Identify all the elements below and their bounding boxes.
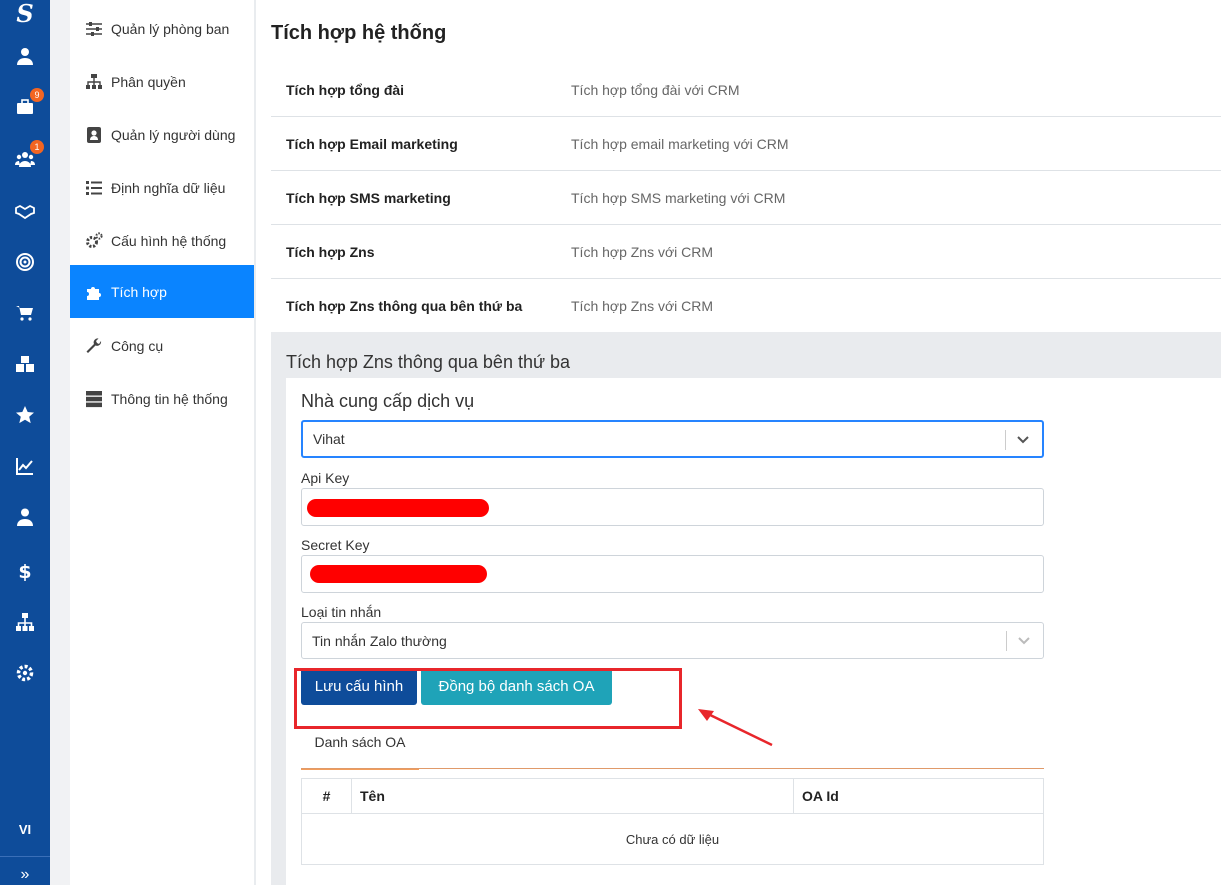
page-title: Tích hợp hệ thống xyxy=(271,22,447,44)
chevron-down-icon[interactable] xyxy=(1016,632,1032,648)
chart-line-icon[interactable] xyxy=(0,451,50,481)
zns-third-party-panel: Tích hợp Zns thông qua bên thứ ba Nhà cu… xyxy=(271,332,1221,885)
api-key-input[interactable] xyxy=(301,488,1044,526)
menu-item-system-config[interactable]: Cấu hình hệ thống xyxy=(70,214,254,267)
column-name: Tên xyxy=(352,779,794,813)
cubes-icon[interactable] xyxy=(0,349,50,379)
panel-title: Tích hợp Zns thông qua bên thứ ba xyxy=(286,352,571,372)
api-key-label: Api Key xyxy=(301,470,350,486)
select-divider xyxy=(1005,430,1006,450)
dollar-icon[interactable]: $ xyxy=(0,556,50,586)
gears-icon xyxy=(86,231,103,248)
menu-item-label: Thông tin hệ thống xyxy=(111,390,228,407)
expand-icon[interactable]: » xyxy=(0,866,50,884)
cart-icon[interactable] xyxy=(0,298,50,328)
menu-item-integration[interactable]: Tích hợp xyxy=(70,265,254,318)
message-type-value: Tin nhắn Zalo thường xyxy=(312,632,447,649)
redaction-mark xyxy=(310,565,487,583)
integration-desc: Tích hợp tổng đài với CRM xyxy=(571,81,740,98)
language-switch[interactable]: VI xyxy=(0,822,50,837)
integration-row[interactable]: Tích hợp Zns Tích hợp Zns với CRM xyxy=(271,225,1221,279)
integration-name: Tích hợp Zns xyxy=(286,243,375,260)
menu-item-system-info[interactable]: Thông tin hệ thống xyxy=(70,372,254,425)
oa-table: # Tên OA Id Chưa có dữ liệu xyxy=(301,778,1044,865)
menu-item-data-definition[interactable]: Định nghĩa dữ liệu xyxy=(70,161,254,214)
integration-name: Tích hợp Zns thông qua bên thứ ba xyxy=(286,298,523,314)
puzzle-icon xyxy=(87,286,101,300)
menu-item-label: Công cụ xyxy=(111,337,164,354)
select-divider xyxy=(1006,631,1007,651)
integration-desc: Tích hợp Zns với CRM xyxy=(571,243,714,260)
server-icon xyxy=(86,390,102,407)
menu-item-users[interactable]: Quản lý người dùng xyxy=(70,108,254,161)
rail-gap xyxy=(50,0,70,885)
svg-text:$: $ xyxy=(18,561,31,581)
empty-state: Chưa có dữ liệu xyxy=(625,831,720,847)
tab-underline xyxy=(301,768,1044,769)
app-logo[interactable]: S xyxy=(0,0,50,28)
main-content: Tích hợp hệ thống Tích hợp tổng đài Tích… xyxy=(256,0,1221,885)
sitemap-icon xyxy=(86,73,102,89)
provider-select[interactable]: Vihat xyxy=(301,420,1044,458)
table-header: # Tên OA Id xyxy=(302,779,1043,814)
star-icon[interactable] xyxy=(0,400,50,430)
users-badge: 1 xyxy=(30,140,44,154)
integration-row[interactable]: Tích hợp Zns thông qua bên thứ ba Tích h… xyxy=(271,279,1221,333)
integration-row[interactable]: Tích hợp Email marketing Tích hợp email … xyxy=(271,117,1221,171)
chevron-down-icon[interactable] xyxy=(1015,431,1031,447)
integration-name: Tích hợp Email marketing xyxy=(286,135,458,152)
menu-item-label: Tích hợp xyxy=(111,283,167,300)
integration-desc: Tích hợp Zns với CRM xyxy=(571,298,714,314)
redaction-mark xyxy=(307,499,489,517)
menu-item-label: Phân quyền xyxy=(111,73,186,90)
secret-key-input[interactable] xyxy=(301,555,1044,593)
gear-icon[interactable] xyxy=(0,658,50,688)
integration-name: Tích hợp tổng đài xyxy=(286,81,405,98)
card-title: Nhà cung cấp dịch vụ xyxy=(301,391,475,411)
wrench-icon xyxy=(86,337,102,353)
menu-item-label: Định nghĩa dữ liệu xyxy=(111,179,226,196)
menu-item-label: Quản lý người dùng xyxy=(111,126,236,143)
sitemap-icon[interactable] xyxy=(0,607,50,637)
integration-name: Tích hợp SMS marketing xyxy=(286,189,451,206)
integration-row[interactable]: Tích hợp SMS marketing Tích hợp SMS mark… xyxy=(271,171,1221,225)
handshake-icon[interactable] xyxy=(0,196,50,226)
users-icon[interactable]: 1 xyxy=(0,140,50,174)
menu-item-tools[interactable]: Công cụ xyxy=(70,319,254,372)
config-card: Nhà cung cấp dịch vụ Vihat Api Key Secre… xyxy=(286,378,1221,885)
settings-menu: Quản lý phòng ban Phân quyền Quản lý ngư… xyxy=(70,0,254,885)
secret-key-label: Secret Key xyxy=(301,537,370,553)
integration-row[interactable]: Tích hợp tổng đài Tích hợp tổng đài với … xyxy=(271,63,1221,117)
user-icon[interactable] xyxy=(0,41,50,71)
address-book-icon xyxy=(87,126,101,143)
briefcase-badge: 9 xyxy=(30,88,44,102)
sliders-icon xyxy=(86,21,102,36)
menu-item-label: Cấu hình hệ thống xyxy=(111,232,227,249)
menu-item-permissions[interactable]: Phân quyền xyxy=(70,55,254,108)
menu-item-label: Quản lý phòng ban xyxy=(111,20,230,37)
message-type-select[interactable]: Tin nhắn Zalo thường xyxy=(301,622,1044,659)
target-icon[interactable] xyxy=(0,247,50,277)
user-tie-icon[interactable] xyxy=(0,502,50,532)
tab-oa-list[interactable]: Danh sách OA xyxy=(301,724,419,770)
annotation-arrow xyxy=(698,709,773,747)
app-rail: S 9 1 $ VI » xyxy=(0,0,50,885)
provider-value: Vihat xyxy=(313,431,345,447)
list-icon xyxy=(86,180,102,195)
briefcase-icon[interactable]: 9 xyxy=(0,88,50,122)
column-index: # xyxy=(302,779,352,813)
integration-desc: Tích hợp email marketing với CRM xyxy=(571,135,789,152)
annotation-box xyxy=(294,668,682,729)
message-type-label: Loại tin nhắn xyxy=(301,604,382,620)
column-oa-id: OA Id xyxy=(802,788,839,804)
integration-desc: Tích hợp SMS marketing với CRM xyxy=(571,189,786,206)
menu-item-departments[interactable]: Quản lý phòng ban xyxy=(70,2,254,55)
rail-divider xyxy=(0,856,50,857)
